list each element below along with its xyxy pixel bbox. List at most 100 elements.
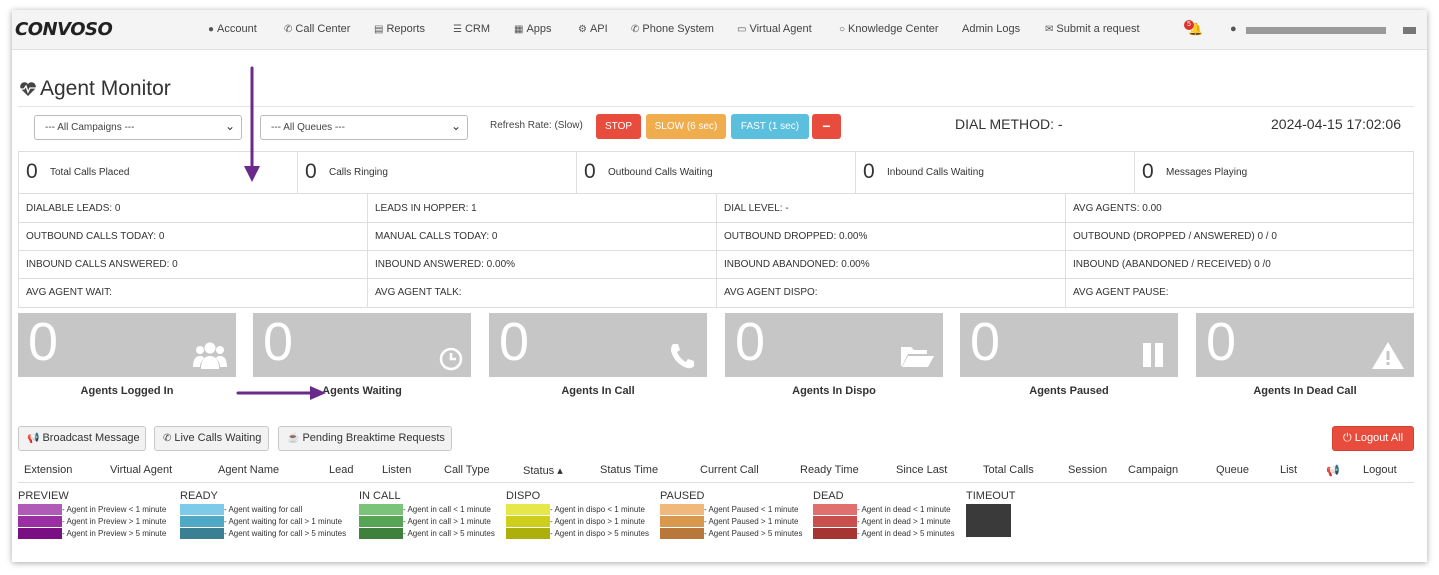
legend-swatch-dispo bbox=[506, 504, 550, 515]
column-header-status-time[interactable]: Status Time bbox=[600, 464, 658, 476]
tile-value: 0 bbox=[970, 312, 1001, 372]
chevron-down-icon: ⌄ bbox=[450, 119, 461, 133]
column-header-status[interactable]: Status ▴ bbox=[523, 464, 563, 477]
campaign-select[interactable]: --- All Campaigns --- ⌄ bbox=[34, 115, 242, 140]
column-header-list[interactable]: List bbox=[1280, 464, 1297, 476]
nav-admin-logs[interactable]: Admin Logs bbox=[962, 23, 1020, 35]
grid-icon: ▦ bbox=[514, 24, 524, 35]
nav-knowledge-center[interactable]: ○ Knowledge Center bbox=[839, 23, 939, 35]
stat-label: Outbound Calls Waiting bbox=[608, 167, 713, 178]
tile-label: Agents Paused bbox=[1029, 385, 1109, 397]
nav-phone-system[interactable]: ✆ Phone System bbox=[631, 23, 714, 35]
column-header-virtual-agent[interactable]: Virtual Agent bbox=[110, 464, 172, 476]
top-navbar: CONVOSO ● Account ✆ Call Center ▤ Reports ☰… bbox=[12, 10, 1427, 50]
legend-swatch-in-call bbox=[359, 516, 403, 527]
nav-label: Virtual Agent bbox=[749, 23, 812, 35]
pause-icon bbox=[1143, 343, 1163, 367]
stat-calls-ringing: 0 Calls Ringing bbox=[298, 152, 577, 193]
column-header-since-last[interactable]: Since Last bbox=[896, 464, 947, 476]
column-header-session[interactable]: Session bbox=[1068, 464, 1107, 476]
column-header-ready-time[interactable]: Ready Time bbox=[800, 464, 859, 476]
legend-swatch-ready bbox=[180, 516, 224, 527]
nav-label: CRM bbox=[464, 23, 491, 35]
legend-swatch-dead bbox=[813, 516, 857, 527]
legend-swatch-timeout bbox=[966, 504, 1011, 537]
pending-breaktime-requests-button[interactable]: ☕ Pending Breaktime Requests bbox=[278, 426, 452, 451]
nav-virtual-agent[interactable]: ▭ Virtual Agent bbox=[737, 23, 812, 35]
tile-value: 0 bbox=[735, 312, 766, 372]
column-header-listen[interactable]: Listen bbox=[382, 464, 411, 476]
phone-icon: ✆ bbox=[631, 24, 640, 35]
nav-submit-request[interactable]: ✉ Submit a request bbox=[1045, 23, 1140, 35]
legend-swatch-dispo bbox=[506, 528, 550, 539]
broadcast-message-button[interactable]: 📢 Broadcast Message bbox=[18, 426, 146, 451]
info-outbound-calls-today: OUTBOUND CALLS TODAY: 0 bbox=[19, 222, 368, 251]
user-icon[interactable]: ● bbox=[1230, 23, 1237, 35]
legend-label-dispo: - Agent in dispo < 1 minute bbox=[550, 505, 645, 514]
info-outbound-dropped-answered: OUTBOUND (DROPPED / ANSWERED) 0 / 0 bbox=[1066, 222, 1413, 251]
column-header-agent-name[interactable]: Agent Name bbox=[218, 464, 279, 476]
legend-label-in-call: - Agent in call < 1 minute bbox=[403, 505, 491, 514]
nav-call-center[interactable]: ✆ Call Center bbox=[284, 23, 350, 35]
legend-label-preview: - Agent in Preview > 1 minute bbox=[62, 517, 167, 526]
folder-open-icon bbox=[901, 347, 934, 367]
column-header-logout[interactable]: Logout bbox=[1363, 464, 1397, 476]
column-header-call-type[interactable]: Call Type bbox=[444, 464, 490, 476]
menu-toggle-icon[interactable] bbox=[1403, 27, 1416, 34]
nav-reports[interactable]: ▤ Reports bbox=[374, 23, 425, 35]
legend-swatch-in-call bbox=[359, 504, 403, 515]
megaphone-icon: 📢 bbox=[27, 433, 40, 444]
column-header-current-call[interactable]: Current Call bbox=[700, 464, 759, 476]
column-header-queue[interactable]: Queue bbox=[1216, 464, 1249, 476]
info-manual-calls-today: MANUAL CALLS TODAY: 0 bbox=[368, 222, 717, 251]
notifications-button[interactable]: 5 🔔 bbox=[1184, 20, 1203, 36]
brand-logo[interactable]: CONVOSO bbox=[15, 19, 113, 40]
queue-select-value: --- All Queues --- bbox=[271, 122, 345, 133]
tile-agents-paused[interactable]: 0 bbox=[960, 312, 1178, 377]
stat-label: Calls Ringing bbox=[329, 167, 388, 178]
nav-apps[interactable]: ▦ Apps bbox=[514, 23, 552, 35]
logout-all-button[interactable]: ⏻ Logout All bbox=[1332, 426, 1414, 451]
nav-label: Knowledge Center bbox=[848, 23, 939, 35]
tile-agents-in-dead-call[interactable]: 0 bbox=[1196, 312, 1414, 377]
column-header-campaign[interactable]: Campaign bbox=[1128, 464, 1178, 476]
tile-agents-in-dispo[interactable]: 0 bbox=[725, 312, 943, 377]
queue-select[interactable]: --- All Queues --- ⌄ bbox=[260, 115, 468, 140]
info-avg-agent-dispo: AVG AGENT DISPO: bbox=[717, 278, 1066, 307]
tile-agents-logged-in[interactable]: 0 bbox=[18, 312, 236, 377]
page-title: Agent Monitor bbox=[40, 77, 171, 100]
list-icon: ☰ bbox=[453, 24, 462, 35]
column-header-extension[interactable]: Extension bbox=[24, 464, 72, 476]
tile-agents-waiting[interactable]: 0 bbox=[253, 312, 471, 377]
legend-swatch-paused bbox=[660, 516, 704, 527]
dial-method: DIAL METHOD: - bbox=[955, 116, 1063, 132]
fast-refresh-button[interactable]: FAST (1 sec) bbox=[731, 114, 809, 139]
column-header-lead[interactable]: Lead bbox=[329, 464, 353, 476]
legend-label-ready: - Agent waiting for call > 5 minutes bbox=[224, 529, 347, 538]
legend-title-ready: READY bbox=[180, 490, 218, 502]
tile-agents-in-call[interactable]: 0 bbox=[489, 312, 707, 377]
legend-title-in-call: IN CALL bbox=[359, 490, 401, 502]
legend-swatch-ready bbox=[180, 504, 224, 515]
info-avg-agents: AVG AGENTS: 0.00 bbox=[1066, 194, 1413, 223]
info-inbound-abandoned-received: INBOUND (ABANDONED / RECEIVED) 0 /0 bbox=[1066, 250, 1413, 279]
info-leads-in-hopper: LEADS IN HOPPER: 1 bbox=[368, 194, 717, 223]
nav-crm[interactable]: ☰ CRM bbox=[453, 23, 490, 35]
stat-inbound-calls-waiting: 0 Inbound Calls Waiting bbox=[856, 152, 1135, 193]
stop-button[interactable]: STOP bbox=[596, 114, 641, 139]
megaphone-icon[interactable]: 📢 bbox=[1326, 464, 1340, 477]
legend-label-dispo: - Agent in dispo > 5 minutes bbox=[550, 529, 649, 538]
info-grid: DIALABLE LEADS: 0 LEADS IN HOPPER: 1 DIA… bbox=[18, 194, 1414, 308]
minus-button[interactable]: − bbox=[812, 114, 841, 139]
users-icon bbox=[193, 342, 227, 369]
user-icon: ● bbox=[208, 24, 215, 35]
legend-title-dead: DEAD bbox=[813, 490, 844, 502]
column-header-total-calls[interactable]: Total Calls bbox=[983, 464, 1034, 476]
slow-refresh-button[interactable]: SLOW (6 sec) bbox=[646, 114, 726, 139]
user-name-redacted[interactable] bbox=[1246, 27, 1386, 34]
nav-account[interactable]: ● Account bbox=[208, 23, 257, 35]
button-label: Logout All bbox=[1354, 432, 1404, 444]
call-stats-row: 0 Total Calls Placed 0 Calls Ringing 0 O… bbox=[18, 151, 1414, 194]
nav-api[interactable]: ⚙ API bbox=[578, 23, 608, 35]
live-calls-waiting-button[interactable]: ✆ Live Calls Waiting bbox=[154, 426, 269, 451]
